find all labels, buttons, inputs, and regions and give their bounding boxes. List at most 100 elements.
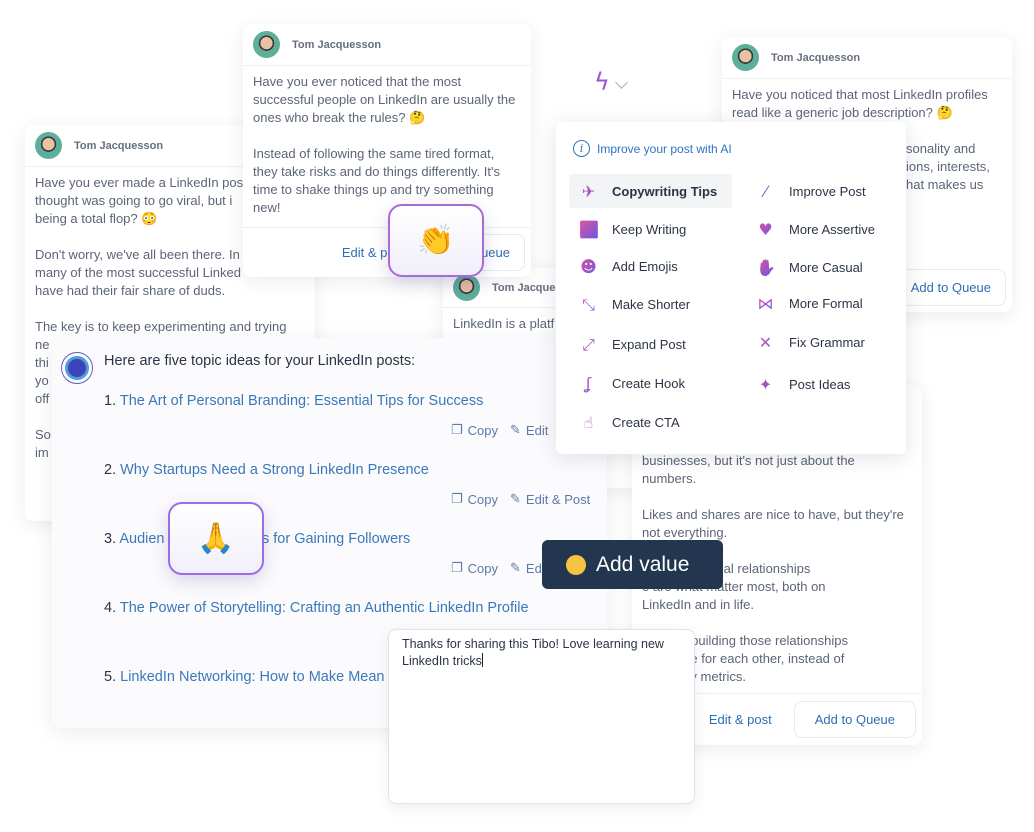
- post-card-top-center: Tom Jacquesson Have you ever noticed tha…: [243, 24, 531, 277]
- topic-number: 4.: [104, 600, 117, 616]
- menu-item-label: Make Shorter: [612, 296, 691, 312]
- copy-label: Copy: [467, 561, 499, 576]
- clap-icon: 👏: [417, 224, 455, 257]
- add-value-label: Add value: [596, 552, 690, 576]
- menu-item-create-cta[interactable]: ☝ Create CTA: [569, 405, 732, 439]
- expand-icon: ⤢: [579, 335, 598, 354]
- waving-hand-icon: ✋: [756, 257, 776, 277]
- topic-title[interactable]: LinkedIn Networking: How to Make Mean: [120, 669, 384, 685]
- menu-item-label: Post Ideas: [789, 376, 851, 392]
- edit-label: Ed: [525, 561, 542, 576]
- menu-item-label: Add Emojis: [612, 258, 678, 274]
- topic-item[interactable]: 4. The Power of Storytelling: Crafting a…: [104, 600, 529, 616]
- menu-item-create-hook[interactable]: ʆ Create Hook: [569, 366, 732, 400]
- topic-actions: ❐ Copy ✎ Edit & Post: [451, 492, 590, 507]
- menu-item-post-ideas[interactable]: ✦ Post Ideas: [746, 367, 909, 401]
- ai-improve-menu: i Improve your post with AI ✈ Copywriting …: [556, 122, 906, 454]
- add-to-queue-button[interactable]: Add to Queue: [793, 701, 916, 738]
- text-line: The key is to keep experimenting and try…: [35, 319, 287, 334]
- topic-item[interactable]: 2. Why Startups Need a Strong LinkedIn P…: [104, 462, 429, 478]
- info-icon: i: [573, 140, 590, 157]
- topic-title[interactable]: Audien : Best Practices for Gaining Foll…: [119, 531, 410, 547]
- edit-icon: ✎: [510, 423, 521, 438]
- text-line: Have you ever noticed that the most: [253, 74, 462, 89]
- copy-icon: ❐: [451, 492, 463, 507]
- edit-label: Edit & Post: [525, 492, 591, 507]
- menu-item-copywriting-tips[interactable]: ✈ Copywriting Tips: [569, 174, 732, 208]
- menu-item-improve-post[interactable]: ⁄ Improve Post: [746, 174, 909, 208]
- flexed-bicep-icon: ♥: [756, 220, 775, 239]
- menu-item-label: More Assertive: [789, 221, 875, 237]
- tools-icon: ✕: [756, 333, 775, 352]
- topic-number: 3.: [104, 531, 117, 547]
- topic-title[interactable]: The Art of Personal Branding: Essential …: [120, 393, 483, 409]
- menu-title: Improve your post with AI: [597, 141, 732, 156]
- menu-item-fix-grammar[interactable]: ✕ Fix Grammar: [746, 325, 909, 359]
- text-line: Likes and shares are nice to have, but t…: [642, 507, 904, 522]
- edit-label: Edit: [525, 423, 549, 438]
- author-name: Tom Jacquesson: [74, 139, 164, 152]
- add-value-button[interactable]: Add value: [542, 540, 723, 589]
- text-line: businesses, but it's not just about the: [642, 453, 855, 468]
- pray-icon: 🙏: [197, 522, 235, 555]
- edit-post-link[interactable]: Edit & post: [709, 712, 772, 727]
- chevron-down-icon[interactable]: [615, 76, 628, 89]
- shrink-icon: ⤡: [579, 295, 598, 314]
- menu-item-label: Copywriting Tips: [612, 183, 718, 199]
- text-line: Have you noticed that most LinkedIn prof…: [732, 87, 988, 102]
- comment-text: Thanks for sharing this Tibo! Love learn…: [402, 637, 668, 668]
- edit-button[interactable]: ✎ Ed: [510, 561, 542, 576]
- menu-item-expand-post[interactable]: ⤢ Expand Post: [569, 327, 732, 361]
- author-name: Tom Jacquesson: [771, 51, 861, 64]
- topic-title[interactable]: The Power of Storytelling: Crafting an A…: [120, 600, 529, 616]
- avatar: [253, 31, 280, 58]
- edit-icon: ✎: [510, 561, 521, 576]
- copy-icon: ❐: [451, 561, 463, 576]
- topic-title[interactable]: Why Startups Need a Strong LinkedIn Pres…: [120, 462, 429, 478]
- text-line: [253, 127, 521, 145]
- lightning-icon[interactable]: ϟ: [594, 68, 610, 96]
- tap-icon: ☝: [579, 413, 598, 432]
- menu-item-label: Create CTA: [612, 414, 680, 430]
- menu-item-keep-writing[interactable]: ⏩ Keep Writing: [569, 212, 732, 246]
- menu-item-label: More Formal: [789, 295, 863, 311]
- author-name: Tom Jacquesson: [292, 38, 382, 51]
- edit-button[interactable]: ✎ Edit & Post: [510, 492, 590, 507]
- smiley-icon: ☻: [580, 256, 597, 276]
- text-line: LinkedIn and in life.: [642, 597, 755, 612]
- rocket-icon: ✈: [579, 182, 598, 201]
- comment-input[interactable]: Thanks for sharing this Tibo! Love learn…: [388, 629, 695, 804]
- topic-item[interactable]: 5. LinkedIn Networking: How to Make Mean: [104, 669, 384, 685]
- copy-button[interactable]: ❐ Copy: [451, 561, 498, 576]
- copy-icon: ❐: [451, 423, 463, 438]
- avatar: [453, 274, 480, 301]
- topic-actions: ❐ Copy ✎ Edit: [451, 423, 548, 438]
- clap-reaction[interactable]: 👏: [388, 204, 484, 277]
- text-line: time to shake things up and try somethin…: [253, 182, 494, 197]
- topic-number: 2.: [104, 462, 117, 478]
- pray-reaction[interactable]: 🙏: [168, 502, 264, 575]
- copy-label: Copy: [467, 492, 499, 507]
- text-line: Instead of following the same tired form…: [253, 146, 495, 161]
- panel-header: Here are five topic ideas for your Linke…: [104, 353, 416, 369]
- menu-item-more-formal[interactable]: ⋈ More Formal: [746, 286, 909, 320]
- menu-item-make-shorter[interactable]: ⤡ Make Shorter: [569, 287, 732, 321]
- topic-item[interactable]: 1. The Art of Personal Branding: Essenti…: [104, 393, 483, 409]
- menu-item-label: Expand Post: [612, 336, 686, 352]
- copy-button[interactable]: ❐ Copy: [451, 492, 498, 507]
- text-line: they take risks and do things differentl…: [253, 164, 500, 179]
- text-line: read like a generic job description? 🤔: [732, 105, 953, 120]
- text-line: ones who break the rules? 🤔: [253, 110, 426, 125]
- bow-tie-icon: ⋈: [757, 293, 774, 313]
- menu-item-label: Fix Grammar: [789, 334, 865, 350]
- menu-item-more-casual[interactable]: ✋ More Casual: [746, 250, 909, 284]
- menu-item-label: Improve Post: [789, 183, 866, 199]
- add-to-queue-button[interactable]: Add to Queue: [895, 268, 1006, 306]
- menu-item-more-assertive[interactable]: ♥ More Assertive: [746, 212, 909, 246]
- menu-item-add-emojis[interactable]: ☻ Add Emojis: [569, 249, 732, 283]
- copy-button[interactable]: ❐ Copy: [451, 423, 498, 438]
- edit-button[interactable]: ✎ Edit: [510, 423, 548, 438]
- hook-icon: ʆ: [579, 374, 598, 393]
- menu-item-label: More Casual: [789, 259, 863, 275]
- lightbulb-icon: ✦: [756, 375, 775, 394]
